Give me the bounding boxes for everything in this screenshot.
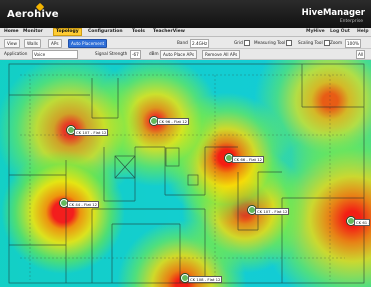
access-point-label[interactable]: CK 61 - Flat 12 [354, 219, 370, 226]
access-point-label[interactable]: CK 107 - Flat 12 [255, 208, 290, 215]
access-point-label[interactable]: CK 44 - Flat 12 [67, 201, 100, 208]
grid-checkbox[interactable] [243, 40, 250, 46]
signal-strength-label: Signal Strength [95, 51, 128, 56]
main-navigation: Home Monitor Topology Configuration Tool… [0, 28, 371, 37]
grid-text: Grid [234, 40, 243, 45]
top-header: Aerohive HiveManager Enterprise [0, 0, 371, 28]
measuring-tool-label: Measuring Tool [254, 39, 293, 46]
remove-all-aps-button[interactable]: Remove All APs [202, 50, 241, 59]
tab-home[interactable]: Home [4, 29, 19, 35]
myhive-link[interactable]: MyHive [306, 29, 325, 35]
scaling-tool-checkbox[interactable] [323, 40, 330, 46]
tab-configuration[interactable]: Configuration [88, 29, 123, 35]
access-point-label[interactable]: CK 66 - Flat 12 [232, 156, 265, 163]
walls-button[interactable]: Walls [24, 39, 41, 48]
access-point-label[interactable]: CK 108 - Flat 12 [188, 276, 223, 283]
tab-tools[interactable]: Tools [132, 29, 145, 35]
tab-topology[interactable]: Topology [53, 28, 82, 36]
heatmap-floorplan[interactable]: CK 107 - Flat 12 CK 96 - Flat 12 CK 66 -… [0, 60, 371, 287]
auto-place-aps-button[interactable]: Auto Place APs [160, 50, 198, 59]
hivemanager-window: Aerohive HiveManager Enterprise Home Mon… [0, 0, 371, 287]
logo-text: Aerohive [7, 9, 59, 20]
band-label: Band [177, 40, 188, 45]
measuring-tool-text: Measuring Tool [254, 40, 286, 45]
tab-teacherview[interactable]: TeacherView [153, 29, 185, 35]
scaling-tool-label: Scaling Tool [298, 39, 330, 46]
tab-monitor[interactable]: Monitor [23, 29, 43, 35]
zoom-label: Zoom [330, 40, 343, 45]
application-select[interactable]: Voice [32, 50, 78, 59]
access-point-label[interactable]: CK 96 - Flat 12 [157, 118, 190, 125]
view-button[interactable]: View [4, 39, 20, 48]
scaling-tool-text: Scaling Tool [298, 40, 323, 45]
logout-link[interactable]: Log Out [330, 29, 350, 35]
aerohive-logo: Aerohive [7, 9, 59, 20]
band-select[interactable]: 2.4GHz [190, 39, 210, 48]
grid-label: Grid [234, 39, 250, 46]
brand-subtitle: Enterprise [339, 19, 363, 24]
brand-title: HiveManager [301, 8, 365, 18]
zoom-select[interactable]: 100% [345, 39, 361, 48]
all-select[interactable]: All [356, 50, 366, 59]
signal-strength-unit: dBm [149, 51, 159, 56]
aps-button[interactable]: APs [48, 39, 62, 48]
signal-strength-select[interactable]: -67 [130, 50, 141, 59]
floorplan-lines [8, 63, 365, 284]
auto-placement-options: Application Voice Signal Strength -67 dB… [0, 49, 371, 60]
application-label: Application [4, 51, 28, 56]
topology-toolbar: View Walls APs Auto Placement Band 2.4GH… [0, 37, 371, 49]
access-point-label[interactable]: CK 107 - Flat 12 [74, 129, 109, 136]
measuring-tool-checkbox[interactable] [286, 40, 293, 46]
auto-placement-button[interactable]: Auto Placement [68, 39, 108, 48]
help-link[interactable]: Help [357, 29, 369, 35]
